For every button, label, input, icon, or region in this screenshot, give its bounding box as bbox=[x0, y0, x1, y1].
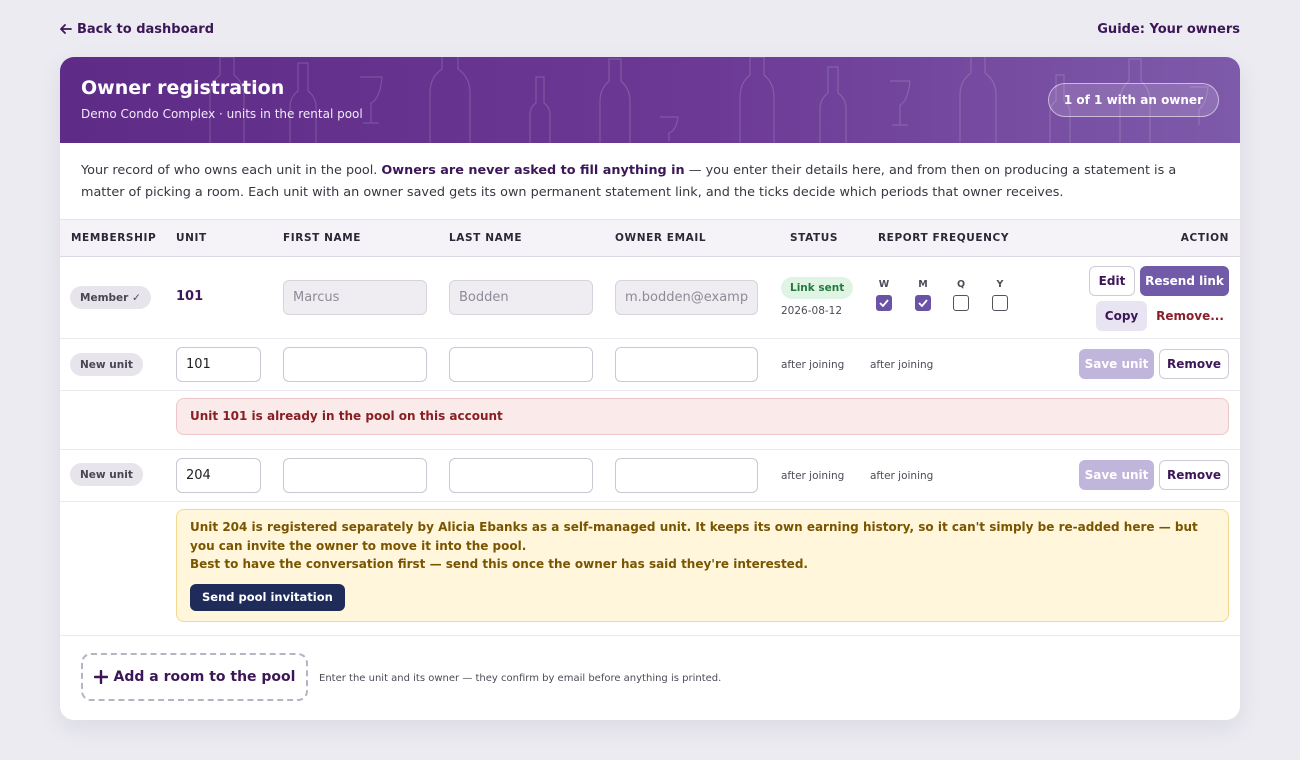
column-first-name: FIRST NAME bbox=[283, 232, 362, 244]
new-unit-badge: New unit bbox=[70, 463, 143, 486]
warning-row: Unit 204 is registered separately by Ali… bbox=[60, 502, 1240, 636]
column-last-name: LAST NAME bbox=[449, 232, 523, 244]
page-header: Owner registration Demo Condo Complex · … bbox=[60, 57, 1240, 143]
column-membership: MEMBERSHIP bbox=[71, 232, 157, 244]
owner-email-input[interactable] bbox=[615, 347, 758, 382]
resend-link-button[interactable]: Resend link bbox=[1140, 266, 1229, 296]
frequency-pending-text: after joining bbox=[870, 359, 934, 371]
intro-text-bold: Owners are never asked to fill anything … bbox=[381, 163, 685, 178]
error-row: Unit 101 is already in the pool on this … bbox=[60, 391, 1240, 450]
freq-checkbox-weekly[interactable] bbox=[876, 295, 892, 311]
first-name-input[interactable] bbox=[283, 458, 427, 493]
save-unit-button[interactable]: Save unit bbox=[1079, 460, 1154, 490]
add-room-button[interactable]: Add a room to the pool bbox=[81, 653, 308, 701]
table-row-new-unit-2: New unit after joining after joining Sav… bbox=[60, 450, 1240, 502]
unit-input[interactable] bbox=[176, 347, 261, 382]
warning-message: Unit 204 is registered separately by Ali… bbox=[190, 520, 1198, 553]
column-report-frequency: REPORT FREQUENCY bbox=[878, 232, 1010, 244]
self-managed-unit-warning: Unit 204 is registered separately by Ali… bbox=[176, 509, 1229, 622]
status-pending-text: after joining bbox=[781, 470, 845, 482]
freq-label-yearly: Y bbox=[996, 279, 1004, 290]
add-room-section: Add a room to the pool Enter the unit an… bbox=[60, 636, 1240, 720]
member-badge: Member ✓ bbox=[70, 286, 151, 309]
edit-button[interactable]: Edit bbox=[1089, 266, 1135, 296]
new-unit-badge: New unit bbox=[70, 353, 143, 376]
check-icon bbox=[918, 299, 928, 307]
freq-label-quarterly: Q bbox=[956, 279, 966, 290]
frequency-pending-text: after joining bbox=[870, 470, 934, 482]
top-navigation: Back to dashboard Guide: Your owners bbox=[60, 19, 1240, 39]
back-link-label: Back to dashboard bbox=[77, 21, 215, 37]
last-name-input[interactable] bbox=[449, 458, 593, 493]
table-header: MEMBERSHIP UNIT FIRST NAME LAST NAME OWN… bbox=[60, 219, 1240, 257]
freq-checkbox-monthly[interactable] bbox=[915, 295, 931, 311]
column-owner-email: OWNER EMAIL bbox=[615, 232, 707, 244]
warning-advice: Best to have the conversation first — se… bbox=[190, 557, 808, 571]
owner-email-field[interactable] bbox=[615, 280, 758, 315]
check-icon bbox=[879, 299, 889, 307]
column-unit: UNIT bbox=[176, 232, 207, 244]
owner-registration-card: Owner registration Demo Condo Complex · … bbox=[60, 57, 1240, 720]
page-title: Owner registration bbox=[81, 77, 285, 99]
first-name-field[interactable] bbox=[283, 280, 427, 315]
link-sent-badge: Link sent bbox=[781, 277, 854, 299]
add-room-label: Add a room to the pool bbox=[113, 669, 296, 685]
owner-count-pill: 1 of 1 with an owner bbox=[1047, 83, 1219, 117]
intro-text: Your record of who owns each unit in the… bbox=[60, 143, 1240, 219]
guide-link-label: Guide: Your owners bbox=[1097, 21, 1240, 37]
unit-input[interactable] bbox=[176, 458, 261, 493]
column-status: STATUS bbox=[790, 232, 839, 244]
add-room-note: Enter the unit and its owner — they conf… bbox=[319, 673, 722, 684]
plus-icon bbox=[93, 670, 108, 684]
freq-checkbox-yearly[interactable] bbox=[992, 295, 1008, 311]
intro-text-part1: Your record of who owns each unit in the… bbox=[81, 163, 382, 178]
page-subtitle: Demo Condo Complex · units in the rental… bbox=[81, 107, 363, 121]
back-to-dashboard-link[interactable]: Back to dashboard bbox=[60, 22, 214, 37]
first-name-input[interactable] bbox=[283, 347, 427, 382]
save-unit-button[interactable]: Save unit bbox=[1079, 349, 1154, 379]
unit-number: 101 bbox=[176, 289, 204, 304]
send-pool-invitation-button[interactable]: Send pool invitation bbox=[190, 584, 345, 611]
freq-checkbox-quarterly[interactable] bbox=[953, 295, 969, 311]
freq-label-weekly: W bbox=[878, 279, 890, 290]
last-name-input[interactable] bbox=[449, 347, 593, 382]
table-row-member: Member ✓ 101 Link sent 2026-08-12 W M Q … bbox=[60, 257, 1240, 339]
owner-email-input[interactable] bbox=[615, 458, 758, 493]
duplicate-unit-error: Unit 101 is already in the pool on this … bbox=[176, 398, 1229, 435]
arrow-left-icon bbox=[60, 24, 72, 34]
remove-unit-button[interactable]: Remove bbox=[1159, 460, 1229, 490]
status-pending-text: after joining bbox=[781, 359, 845, 371]
guide-link[interactable]: Guide: Your owners bbox=[1097, 22, 1240, 37]
table-row-new-unit-1: New unit after joining after joining Sav… bbox=[60, 339, 1240, 391]
freq-label-monthly: M bbox=[918, 279, 928, 290]
copy-link-button[interactable]: Copy bbox=[1096, 301, 1147, 331]
last-name-field[interactable] bbox=[449, 280, 593, 315]
remove-unit-button[interactable]: Remove bbox=[1159, 349, 1229, 379]
status-date: 2026-08-12 bbox=[781, 305, 843, 317]
remove-owner-button[interactable]: Remove... bbox=[1156, 301, 1224, 331]
column-action: ACTION bbox=[1180, 232, 1229, 244]
